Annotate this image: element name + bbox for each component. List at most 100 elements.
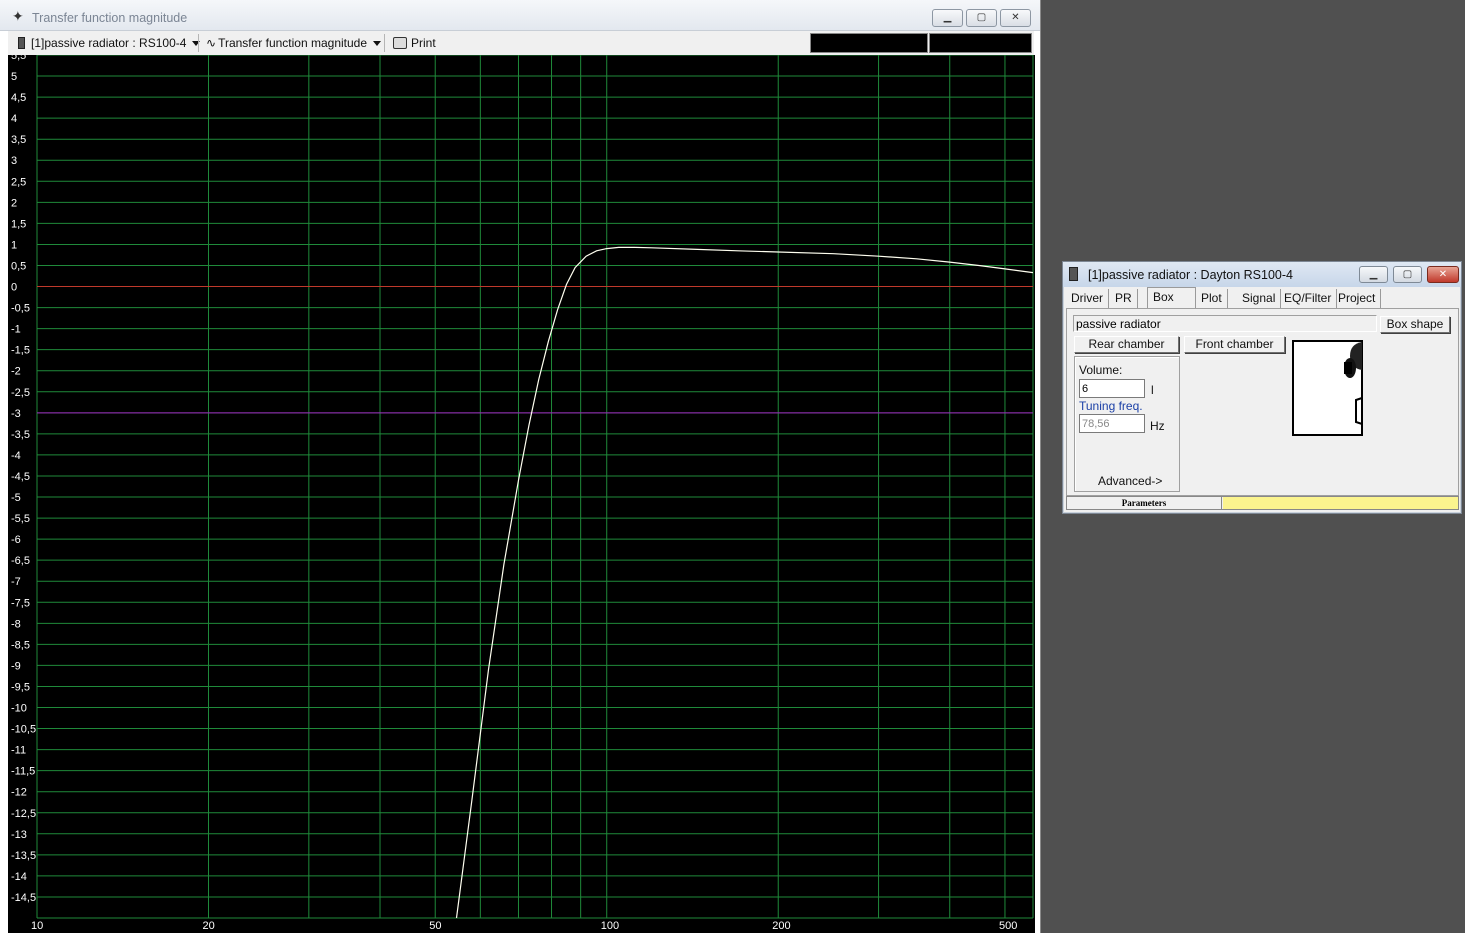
status-parameters: Parameters: [1067, 497, 1222, 509]
close-button[interactable]: ✕: [1000, 9, 1031, 27]
advanced-button[interactable]: Advanced->: [1098, 474, 1162, 488]
tuning-freq-unit: Hz: [1150, 419, 1165, 433]
param-minimize-button[interactable]: ▁: [1359, 266, 1388, 283]
printer-icon: [393, 37, 407, 49]
project-selector-label: [1]passive radiator : RS100-4: [31, 36, 187, 50]
y-tick-label: 1: [11, 239, 17, 251]
y-tick-label: -4: [11, 450, 21, 462]
graph-wave-icon: ∿: [206, 36, 217, 50]
rear-chamber-button[interactable]: Rear chamber: [1074, 336, 1179, 353]
project-selector[interactable]: [1]passive radiator : RS100-4: [18, 34, 201, 52]
y-tick-label: -10,5: [11, 724, 36, 736]
y-tick-label: 4,5: [11, 92, 26, 104]
param-maximize-button[interactable]: ▢: [1393, 266, 1422, 283]
parameters-window: [1]passive radiator : Dayton RS100-4 ▁ ▢…: [1062, 261, 1462, 514]
x-tick-label: 100: [601, 920, 619, 932]
graph-selector-label: Transfer function magnitude: [218, 36, 368, 50]
y-tick-label: 0: [11, 282, 17, 294]
y-tick-label: 2,5: [11, 176, 26, 188]
y-tick-label: -11,5: [11, 766, 35, 778]
y-tick-label: 2: [11, 197, 17, 209]
tab-eq-filter[interactable]: EQ/Filter: [1279, 289, 1338, 309]
speaker-icon: [1069, 267, 1078, 281]
x-tick-label: 10: [31, 920, 43, 932]
y-tick-label: 3: [11, 155, 17, 167]
main-titlebar[interactable]: ✦ Transfer function magnitude ▁ ▢ ✕: [0, 0, 1040, 31]
maximize-button[interactable]: ▢: [966, 9, 997, 27]
front-chamber-button[interactable]: Front chamber: [1184, 336, 1285, 353]
tuning-freq-label: Tuning freq.: [1079, 399, 1143, 413]
volume-unit: l: [1151, 383, 1154, 397]
tab-driver[interactable]: Driver: [1066, 289, 1109, 309]
volume-input[interactable]: [1079, 379, 1145, 398]
param-close-button[interactable]: ✕: [1427, 266, 1459, 283]
toolbar-separator: [384, 34, 385, 52]
box-name-field[interactable]: passive radiator: [1073, 315, 1377, 332]
speaker-icon: [18, 37, 25, 49]
y-tick-label: -2: [11, 366, 21, 378]
x-tick-label: 200: [772, 920, 790, 932]
y-tick-label: -13: [11, 829, 27, 841]
tab-signal[interactable]: Signal: [1237, 289, 1282, 309]
y-tick-label: -5,5: [11, 513, 30, 525]
y-tick-label: -7: [11, 576, 21, 588]
tab-box[interactable]: Box: [1147, 287, 1196, 309]
box-shape-diagram: [1292, 340, 1363, 436]
print-button[interactable]: Print: [393, 34, 436, 52]
status-box-1: [810, 33, 928, 53]
x-tick-label: 20: [203, 920, 215, 932]
y-tick-label: -3: [11, 408, 21, 420]
chevron-down-icon: [373, 41, 382, 47]
y-tick-label: -6: [11, 534, 21, 546]
y-tick-label: -9,5: [11, 681, 30, 693]
main-toolbar: [1]passive radiator : RS100-4 ∿ Transfer …: [8, 31, 1034, 55]
status-indicator: [1223, 497, 1458, 509]
print-label: Print: [411, 36, 436, 50]
parameters-window-title: [1]passive radiator : Dayton RS100-4: [1088, 268, 1293, 282]
x-tick-label: 500: [999, 920, 1017, 932]
y-tick-label: -14: [11, 871, 27, 883]
tuning-freq-input[interactable]: [1079, 414, 1145, 433]
volume-label: Volume:: [1079, 363, 1123, 377]
y-tick-label: 0,5: [11, 260, 26, 272]
rear-chamber-group: Volume: l Tuning freq. Hz Advanced->: [1074, 356, 1180, 492]
y-tick-label: -7,5: [11, 597, 30, 609]
y-tick-label: -1: [11, 324, 21, 336]
y-tick-label: -8,5: [11, 639, 30, 651]
main-window: ✦ Transfer function magnitude ▁ ▢ ✕ [1]p…: [0, 0, 1041, 933]
y-tick-label: -12: [11, 787, 27, 799]
y-tick-label: -5: [11, 492, 21, 504]
minimize-button[interactable]: ▁: [932, 9, 963, 27]
y-tick-label: -12,5: [11, 808, 36, 820]
app-icon: ✦: [12, 8, 24, 24]
y-tick-label: 3,5: [11, 134, 26, 146]
status-box-2: [929, 33, 1032, 53]
y-tick-label: -4,5: [11, 471, 30, 483]
tab-plot[interactable]: Plot: [1196, 289, 1228, 309]
y-tick-label: 5,5: [11, 55, 26, 62]
parameters-titlebar[interactable]: [1]passive radiator : Dayton RS100-4 ▁ ▢…: [1063, 262, 1461, 287]
parameters-statusbar: Parameters: [1066, 496, 1459, 510]
tab-project[interactable]: Project: [1333, 289, 1382, 309]
box-tab-panel: passive radiator Box shape Rear chamber …: [1066, 308, 1459, 496]
y-tick-label: 1,5: [11, 218, 26, 230]
plot-area[interactable]: 5,5 5 4,5 4 3,5 3 2,5 2 1,5 1 0,5 0 -0,5 -1 -1,5 -2 -2,5…: [8, 55, 1035, 933]
main-window-title: Transfer function magnitude: [32, 11, 188, 25]
y-tick-label: -10: [11, 703, 27, 715]
y-tick-label: -8: [11, 618, 21, 630]
toolbar-separator: [198, 34, 199, 52]
y-tick-label: 5: [11, 71, 17, 83]
y-tick-label: -9: [11, 660, 21, 672]
y-tick-label: -13,5: [11, 850, 36, 862]
plot-background: [8, 55, 1035, 933]
transfer-function-chart[interactable]: 5,5 5 4,5 4 3,5 3 2,5 2 1,5 1 0,5 0 -0,5 -1 -1,5 -2 -2,5…: [8, 55, 1035, 933]
y-tick-label: -14,5: [11, 892, 36, 904]
tab-pr[interactable]: PR: [1110, 289, 1138, 309]
y-tick-label: 4: [11, 113, 17, 125]
y-tick-label: -0,5: [11, 303, 30, 315]
y-tick-label: -2,5: [11, 387, 30, 399]
x-tick-label: 50: [429, 920, 441, 932]
graph-selector[interactable]: ∿ Transfer function magnitude: [206, 34, 382, 52]
y-tick-label: -6,5: [11, 555, 30, 567]
box-shape-button[interactable]: Box shape: [1380, 316, 1450, 333]
